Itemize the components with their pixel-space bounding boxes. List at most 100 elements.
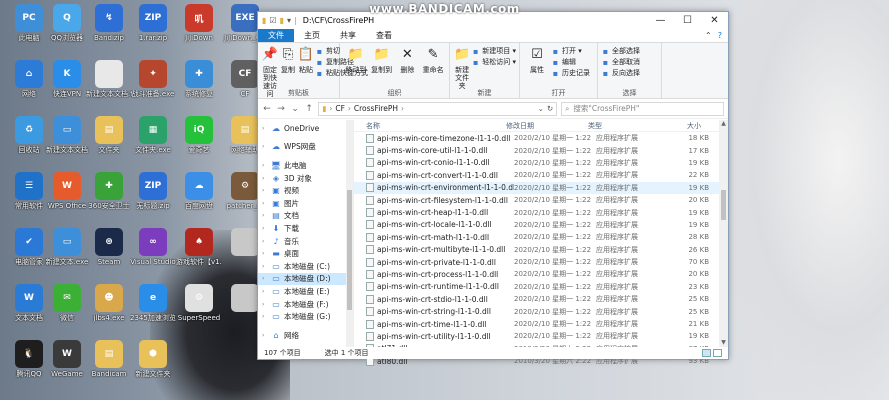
- desktop-icon[interactable]: ☻ jlbs4.exe: [86, 282, 132, 338]
- desktop-icon[interactable]: ▭ 新建文本.exe: [44, 226, 90, 282]
- back-arrow-icon[interactable]: ←: [262, 104, 272, 114]
- nav-item[interactable]: › ☁ WPS网盘: [258, 141, 353, 154]
- file-row[interactable]: api-ms-win-crt-private-l1-1-0.dll 2020/2/…: [354, 256, 728, 268]
- desktop-icon[interactable]: W WPS Office: [44, 170, 90, 226]
- expand-chevron-icon[interactable]: ›: [262, 175, 268, 182]
- desktop-icon[interactable]: 新建文本文档.txt: [86, 58, 132, 114]
- desktop-icon[interactable]: ⚙ SuperSpeed: [176, 282, 222, 338]
- help-icon[interactable]: ?: [718, 31, 722, 40]
- expand-chevron-icon[interactable]: ›: [262, 288, 268, 295]
- forward-arrow-icon[interactable]: →: [276, 104, 286, 114]
- file-row[interactable]: api-ms-win-crt-environment-l1-1-0.dll 202…: [354, 181, 728, 194]
- expand-chevron-icon[interactable]: ›: [262, 125, 268, 132]
- desktop-icon[interactable]: ♠ 游戏软件【v1.2】.exe: [176, 226, 222, 282]
- breadcrumb-cf[interactable]: CF: [335, 104, 345, 113]
- nav-item[interactable]: › ☁ OneDrive: [258, 122, 353, 135]
- ribbon-small-button[interactable]: ▪ 反向选择: [601, 68, 640, 78]
- nav-item[interactable]: › ▭ 本地磁盘 (G:): [258, 310, 353, 323]
- expand-chevron-icon[interactable]: ›: [262, 263, 268, 270]
- nav-item[interactable]: › ⌂ 网络: [258, 329, 353, 342]
- desktop-icon[interactable]: ▭ 新建文本文档: [44, 114, 90, 170]
- ribbon-small-button[interactable]: ▪ 历史记录: [551, 68, 590, 78]
- desktop-icon[interactable]: ✉ 微信: [44, 282, 90, 338]
- nav-scrollbar[interactable]: [346, 120, 353, 347]
- expand-chevron-icon[interactable]: ›: [262, 250, 268, 257]
- expand-chevron-icon[interactable]: ›: [262, 212, 268, 219]
- tab-home[interactable]: 主页: [294, 29, 330, 42]
- desktop-icon[interactable]: e 2345加速浏览器: [130, 282, 176, 338]
- column-type[interactable]: 类型: [588, 121, 661, 131]
- breadcrumb-crossfireph[interactable]: CrossFirePH: [354, 104, 398, 113]
- ribbon-small-button[interactable]: ▪ 打开 ▾: [551, 46, 590, 56]
- folder-icon[interactable]: ▮: [280, 16, 284, 25]
- nav-item[interactable]: › ▣ 图片: [258, 197, 353, 210]
- desktop-icon[interactable]: W WeGame: [44, 338, 90, 394]
- nav-item[interactable]: › ▤ 文档: [258, 210, 353, 223]
- recent-dropdown-icon[interactable]: ⌄: [290, 104, 300, 114]
- tab-view[interactable]: 查看: [366, 29, 402, 42]
- file-row[interactable]: api-ms-win-crt-process-l1-1-0.dll 2020/2/…: [354, 268, 728, 280]
- desktop-icon[interactable]: ✦ 战斗准备.exe: [130, 58, 176, 114]
- dropdown-icon[interactable]: ⌄: [538, 104, 544, 113]
- file-row[interactable]: api-ms-win-crt-runtime-l1-1-0.dll 2020/2/…: [354, 281, 728, 293]
- file-row[interactable]: api-ms-win-crt-filesystem-l1-1-0.dll 2020…: [354, 194, 728, 206]
- nav-item[interactable]: › ▭ 本地磁盘 (C:): [258, 260, 353, 273]
- large-icons-view-icon[interactable]: [713, 349, 722, 357]
- file-row[interactable]: api-ms-win-core-util-l1-1-0.dll 2020/2/10…: [354, 144, 728, 156]
- nav-item[interactable]: › ♪ 音乐: [258, 235, 353, 248]
- address-input[interactable]: ▮ › CF › CrossFirePH › ⌄ ↻: [318, 101, 558, 116]
- file-row[interactable]: api-ms-win-core-timezone-l1-1-0.dll 2020/…: [354, 132, 728, 144]
- chevron-up-icon[interactable]: ⌃: [705, 31, 712, 40]
- desktop-icon[interactable]: ☁ 百度网盘: [176, 170, 222, 226]
- expand-chevron-icon[interactable]: ›: [262, 332, 268, 339]
- file-row[interactable]: api-ms-win-crt-heap-l1-1-0.dll 2020/2/10 …: [354, 206, 728, 218]
- desktop-icon[interactable]: ⊛ Steam: [86, 226, 132, 282]
- desktop-icon[interactable]: ⬢ 新建文件夹: [130, 338, 176, 394]
- search-input[interactable]: ⌕ 搜索"CrossFirePH": [561, 101, 725, 116]
- ribbon-small-button[interactable]: ▪ 新建项目 ▾: [471, 46, 516, 56]
- scroll-up-icon[interactable]: ▲: [719, 120, 728, 128]
- nav-item[interactable]: › ▭ 本地磁盘 (D:): [258, 272, 353, 286]
- desktop-icon[interactable]: ▦ 文件夹.exe: [130, 114, 176, 170]
- file-row[interactable]: api-ms-win-crt-locale-l1-1-0.dll 2020/2/1…: [354, 219, 728, 231]
- expand-chevron-icon[interactable]: ›: [262, 200, 268, 207]
- expand-chevron-icon[interactable]: ›: [262, 225, 268, 232]
- file-row[interactable]: api-ms-win-crt-utility-l1-1-0.dll 2020/2/…: [354, 330, 728, 342]
- ribbon-small-button[interactable]: ▪ 编辑: [551, 57, 590, 67]
- ribbon-small-button[interactable]: ▪ 全部取消: [601, 57, 640, 67]
- nav-item[interactable]: › ◈ 3D 对象: [258, 172, 353, 185]
- details-view-icon[interactable]: [702, 349, 711, 357]
- file-scrollbar[interactable]: ▲ ▼: [719, 120, 728, 347]
- desktop-icon[interactable]: iQ 爱奇艺: [176, 114, 222, 170]
- desktop-icon[interactable]: ▤ Bandicam: [86, 338, 132, 394]
- file-row[interactable]: api-ms-win-crt-string-l1-1-0.dll 2020/2/1…: [354, 305, 728, 317]
- tab-share[interactable]: 共享: [330, 29, 366, 42]
- file-row[interactable]: api-ms-win-crt-time-l1-1-0.dll 2020/2/10 …: [354, 318, 728, 330]
- nav-item[interactable]: › ▣ 视频: [258, 184, 353, 197]
- tab-file[interactable]: 文件: [258, 29, 294, 42]
- expand-chevron-icon[interactable]: ›: [262, 275, 268, 282]
- nav-item[interactable]: › 🖥 此电脑: [258, 159, 353, 172]
- checkbox-icon[interactable]: ☑: [269, 16, 276, 25]
- nav-item[interactable]: › ▭ 本地磁盘 (F:): [258, 298, 353, 311]
- desktop-icon[interactable]: ✚ 360安全卫士: [86, 170, 132, 226]
- file-row[interactable]: api-ms-win-crt-multibyte-l1-1-0.dll 2020/…: [354, 244, 728, 256]
- column-date[interactable]: 修改日期: [506, 121, 588, 131]
- nav-item[interactable]: › ▭ 本地磁盘 (E:): [258, 285, 353, 298]
- column-name[interactable]: 名称: [366, 121, 506, 131]
- file-row[interactable]: api-ms-win-crt-convert-l1-1-0.dll 2020/2/…: [354, 169, 728, 181]
- desktop-icon[interactable]: ∞ Visual Studio: [130, 226, 176, 282]
- up-arrow-icon[interactable]: ↑: [304, 104, 314, 114]
- file-row[interactable]: api-ms-win-crt-conio-l1-1-0.dll 2020/2/10…: [354, 157, 728, 169]
- desktop-icon[interactable]: K 快连VPN: [44, 58, 90, 114]
- nav-item[interactable]: › ▬ 桌面: [258, 247, 353, 260]
- expand-chevron-icon[interactable]: ›: [262, 301, 268, 308]
- desktop-icon[interactable]: ▤ 文件夹: [86, 114, 132, 170]
- expand-chevron-icon[interactable]: ›: [262, 238, 268, 245]
- ribbon-small-button[interactable]: ▪ 全部选择: [601, 46, 640, 56]
- desktop-icon[interactable]: ✚ 系统修复: [176, 58, 222, 114]
- expand-chevron-icon[interactable]: ›: [262, 187, 268, 194]
- column-size[interactable]: 大小: [661, 121, 701, 131]
- expand-chevron-icon[interactable]: ›: [262, 143, 268, 150]
- file-row[interactable]: api-ms-win-crt-stdio-l1-1-0.dll 2020/2/10…: [354, 293, 728, 305]
